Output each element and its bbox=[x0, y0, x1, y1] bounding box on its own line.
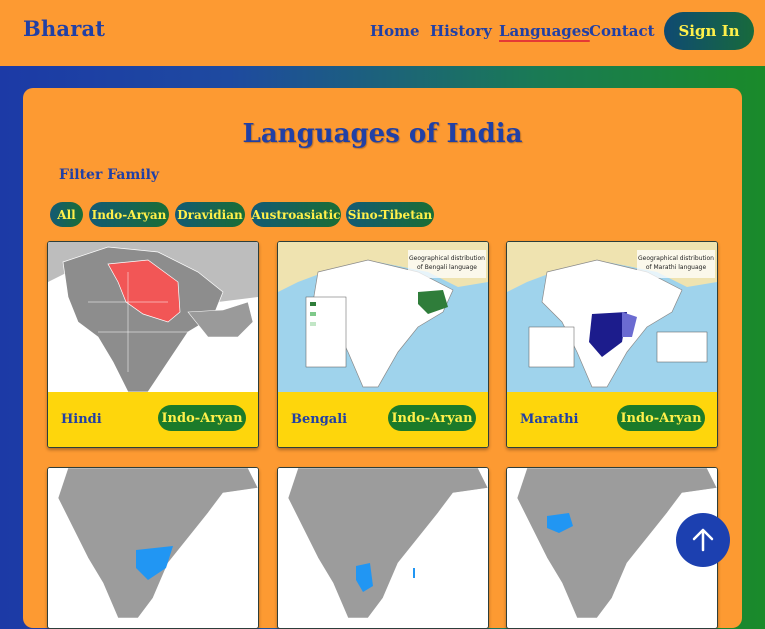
language-card-bengali[interactable]: Geographical distribution of Bengali lan… bbox=[277, 241, 489, 448]
arrow-up-icon bbox=[692, 528, 714, 552]
hindi-map-image bbox=[48, 242, 258, 392]
language-card[interactable] bbox=[47, 467, 259, 629]
card-footer: Bengali Indo-Aryan bbox=[278, 392, 488, 447]
bengali-map-image: Geographical distribution of Bengali lan… bbox=[278, 242, 488, 392]
card-footer: Hindi Indo-Aryan bbox=[48, 392, 258, 447]
page-title: Languages of India bbox=[242, 119, 523, 149]
family-badge[interactable]: Indo-Aryan bbox=[617, 405, 705, 431]
language-card-hindi[interactable]: Hindi Indo-Aryan bbox=[47, 241, 259, 448]
language-map-image bbox=[48, 468, 258, 618]
card-footer: Marathi Indo-Aryan bbox=[507, 392, 717, 447]
filter-chip-austroasiatic[interactable]: Austroasiatic bbox=[251, 202, 341, 227]
language-name: Hindi bbox=[61, 412, 102, 427]
bengali-map-caption-line-2: of Bengali language bbox=[417, 264, 477, 271]
language-map-image bbox=[278, 468, 488, 618]
filter-chip-dravidian[interactable]: Dravidian bbox=[175, 202, 245, 227]
bengali-map-caption-line-1: Geographical distribution bbox=[409, 255, 485, 262]
marathi-map-caption-line-1: Geographical distribution bbox=[638, 255, 714, 262]
language-card-marathi[interactable]: Geographical distribution of Marathi lan… bbox=[506, 241, 718, 448]
top-navbar: Bharat Home History Languages Contact Si… bbox=[0, 0, 765, 66]
family-badge[interactable]: Indo-Aryan bbox=[158, 405, 246, 431]
family-badge[interactable]: Indo-Aryan bbox=[388, 405, 476, 431]
language-card[interactable] bbox=[277, 467, 489, 629]
filter-chip-all[interactable]: All bbox=[50, 202, 83, 227]
languages-panel: Languages of India Filter Family All Ind… bbox=[23, 88, 742, 629]
nav-contact[interactable]: Contact bbox=[589, 22, 655, 40]
marathi-map-caption-line-2: of Marathi language bbox=[646, 264, 707, 271]
filter-chip-sino-tibetan[interactable]: Sino-Tibetan bbox=[346, 202, 434, 227]
marathi-map-image: Geographical distribution of Marathi lan… bbox=[507, 242, 717, 392]
language-name: Bengali bbox=[291, 412, 348, 427]
scroll-to-top-button[interactable] bbox=[676, 513, 730, 567]
nav-languages[interactable]: Languages bbox=[499, 22, 590, 40]
filter-family-label: Filter Family bbox=[59, 167, 160, 183]
nav-history[interactable]: History bbox=[430, 22, 492, 40]
language-name: Marathi bbox=[520, 412, 579, 427]
sign-in-button[interactable]: Sign In bbox=[664, 12, 754, 50]
nav-home[interactable]: Home bbox=[370, 22, 420, 40]
filter-chip-indo-aryan[interactable]: Indo-Aryan bbox=[89, 202, 169, 227]
brand-logo[interactable]: Bharat bbox=[23, 16, 105, 41]
